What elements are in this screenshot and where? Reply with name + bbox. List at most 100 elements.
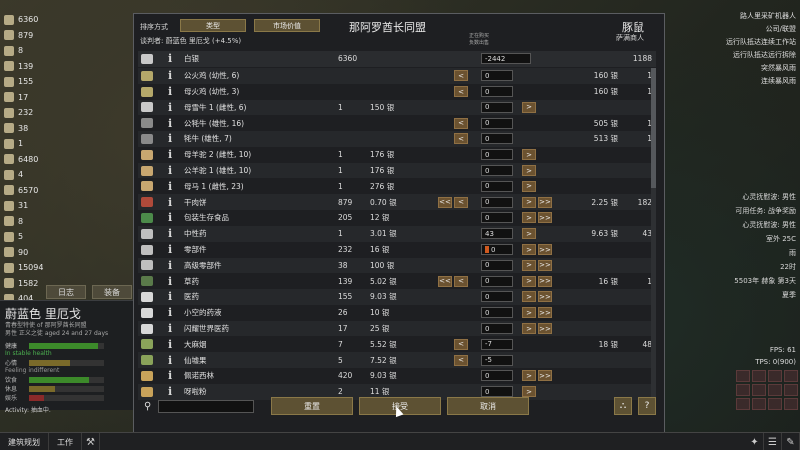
buy-all-button[interactable]: >> bbox=[538, 244, 552, 256]
pencil-icon[interactable]: ✎ bbox=[782, 433, 800, 450]
resource-row[interactable]: 8 bbox=[0, 43, 60, 59]
toggle-tile[interactable] bbox=[736, 370, 750, 382]
sell-all-button[interactable]: << bbox=[438, 196, 452, 208]
cancel-button[interactable]: 取消 bbox=[447, 397, 529, 415]
resource-row[interactable]: 15094 bbox=[0, 260, 60, 276]
alert-line[interactable]: 远行队抵达连续工作站 bbox=[720, 36, 796, 49]
buy-one-button[interactable]: > bbox=[522, 323, 536, 335]
info-icon[interactable]: i bbox=[168, 289, 176, 305]
quantity-input[interactable]: 0 bbox=[481, 275, 513, 287]
quantity-input[interactable]: -7 bbox=[481, 338, 513, 350]
buy-all-button[interactable]: >> bbox=[538, 275, 552, 287]
lightbulb-icon[interactable]: ✦ bbox=[746, 433, 764, 450]
info-icon[interactable]: i bbox=[168, 100, 176, 116]
quantity-input[interactable]: 43 bbox=[481, 228, 513, 240]
quantity-input[interactable]: 0 bbox=[481, 370, 513, 382]
info-icon[interactable]: i bbox=[168, 258, 176, 274]
quantity-input[interactable]: 0 bbox=[481, 196, 513, 208]
buy-one-button[interactable]: > bbox=[522, 196, 536, 208]
info-icon[interactable]: i bbox=[168, 273, 176, 289]
alert-psychic-soothe[interactable]: 心灵抚慰波: 男性 bbox=[705, 190, 796, 204]
resource-row[interactable]: 155 bbox=[0, 74, 60, 90]
sell-one-button[interactable]: < bbox=[454, 275, 468, 287]
quantity-input[interactable]: 0 bbox=[481, 212, 513, 224]
sort-by-value-button[interactable]: 市场价值 bbox=[254, 19, 320, 32]
buy-one-button[interactable]: > bbox=[522, 228, 536, 240]
resource-row[interactable]: 1 bbox=[0, 136, 60, 152]
menu-icon[interactable]: ☰ bbox=[764, 433, 782, 450]
toggle-tile[interactable] bbox=[768, 384, 782, 396]
info-icon[interactable]: i bbox=[168, 210, 176, 226]
info-icon[interactable]: i bbox=[168, 226, 176, 242]
info-icon[interactable]: i bbox=[168, 242, 176, 258]
info-icon[interactable]: i bbox=[168, 131, 176, 147]
log-tab[interactable]: 日志 bbox=[46, 285, 86, 299]
alert-line[interactable]: 远行队抵达远行拆除 bbox=[720, 49, 796, 62]
sell-one-button[interactable]: < bbox=[454, 117, 468, 129]
info-icon[interactable]: i bbox=[168, 84, 176, 100]
sell-one-button[interactable]: < bbox=[454, 196, 468, 208]
reset-button[interactable]: 重置 bbox=[271, 397, 353, 415]
resource-row[interactable]: 4 bbox=[0, 167, 60, 183]
toggle-tile[interactable] bbox=[784, 384, 798, 396]
buy-one-button[interactable]: > bbox=[522, 259, 536, 271]
resource-row[interactable]: 232 bbox=[0, 105, 60, 121]
alert-line[interactable]: 连续暴风雨 bbox=[720, 75, 796, 88]
buy-one-button[interactable]: > bbox=[522, 291, 536, 303]
scrollbar[interactable] bbox=[651, 68, 656, 406]
buy-one-button[interactable]: > bbox=[522, 275, 536, 287]
quantity-input[interactable]: 0 bbox=[481, 180, 513, 192]
buy-one-button[interactable]: > bbox=[522, 307, 536, 319]
sort-by-category-button[interactable]: 类型 bbox=[180, 19, 246, 32]
toggle-tile[interactable] bbox=[768, 370, 782, 382]
resource-row[interactable]: 6480 bbox=[0, 152, 60, 168]
quantity-input[interactable]: 0 bbox=[481, 133, 513, 145]
quantity-input[interactable]: 0 bbox=[481, 149, 513, 161]
buy-one-button[interactable]: > bbox=[522, 165, 536, 177]
resource-row[interactable]: 139 bbox=[0, 59, 60, 75]
info-icon[interactable]: i bbox=[168, 368, 176, 384]
buy-all-button[interactable]: >> bbox=[538, 370, 552, 382]
buy-one-button[interactable]: > bbox=[522, 212, 536, 224]
info-icon[interactable]: i bbox=[168, 163, 176, 179]
toggle-tile[interactable] bbox=[768, 398, 782, 410]
info-icon[interactable]: i bbox=[168, 68, 176, 84]
toggle-tile[interactable] bbox=[752, 384, 766, 396]
toggle-tile[interactable] bbox=[736, 398, 750, 410]
info-icon[interactable]: i bbox=[168, 352, 176, 368]
quantity-input[interactable]: 0 bbox=[481, 101, 513, 113]
quantity-input[interactable]: 0 bbox=[481, 86, 513, 98]
resource-row[interactable]: 8 bbox=[0, 214, 60, 230]
toggle-tile[interactable] bbox=[736, 384, 750, 396]
buy-one-button[interactable]: > bbox=[522, 180, 536, 192]
resource-row[interactable]: 6570 bbox=[0, 183, 60, 199]
hammer-icon[interactable]: ⚒ bbox=[82, 433, 100, 450]
alert-quest[interactable]: 可用任务: 战争奖励 bbox=[705, 204, 796, 218]
buy-all-button[interactable]: >> bbox=[538, 196, 552, 208]
resource-row[interactable]: 5 bbox=[0, 229, 60, 245]
sell-one-button[interactable]: < bbox=[454, 86, 468, 98]
buy-one-button[interactable]: > bbox=[522, 244, 536, 256]
sell-one-button[interactable]: < bbox=[454, 338, 468, 350]
buy-one-button[interactable]: > bbox=[522, 386, 536, 398]
work-tab[interactable]: 工作 bbox=[49, 433, 82, 450]
quantity-input[interactable]: 0 bbox=[481, 244, 513, 256]
info-icon[interactable]: i bbox=[168, 115, 176, 131]
resource-row[interactable]: 879 bbox=[0, 28, 60, 44]
buy-all-button[interactable]: >> bbox=[538, 291, 552, 303]
quantity-input[interactable]: 0 bbox=[481, 259, 513, 271]
help-icon[interactable]: ? bbox=[638, 397, 656, 415]
toggle-tile[interactable] bbox=[784, 398, 798, 410]
sell-one-button[interactable]: < bbox=[454, 70, 468, 82]
resource-row[interactable]: 6360 bbox=[0, 12, 60, 28]
info-icon[interactable]: i bbox=[168, 194, 176, 210]
toggle-tile[interactable] bbox=[752, 398, 766, 410]
buy-all-button[interactable]: >> bbox=[538, 323, 552, 335]
info-icon[interactable]: i bbox=[168, 337, 176, 353]
info-icon[interactable]: i bbox=[168, 51, 176, 67]
resource-row[interactable]: 90 bbox=[0, 245, 60, 261]
scrollbar-thumb[interactable] bbox=[651, 68, 656, 188]
buy-one-button[interactable]: > bbox=[522, 149, 536, 161]
info-icon[interactable]: i bbox=[168, 147, 176, 163]
alert-line[interactable]: 路人里采矿机器人 bbox=[720, 10, 796, 23]
